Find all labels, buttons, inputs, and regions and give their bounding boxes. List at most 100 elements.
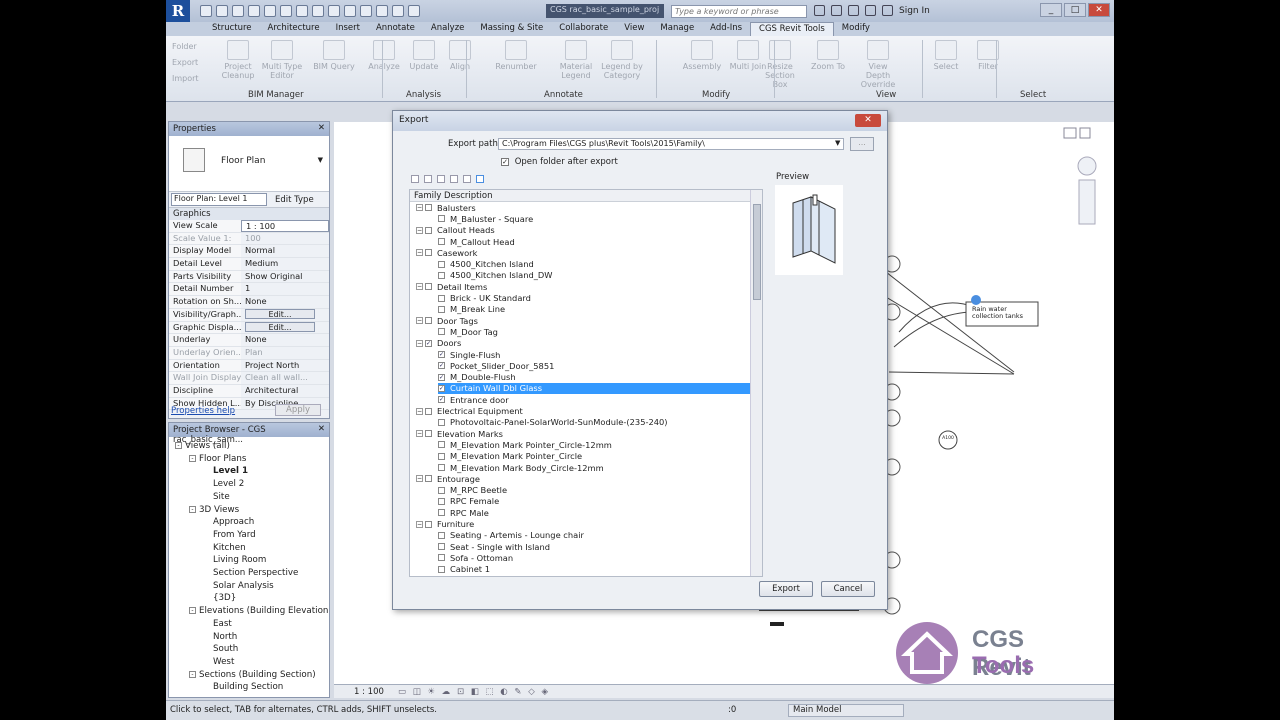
- property-row[interactable]: Visibility/Graph... Edit...: [169, 308, 329, 322]
- collapse-icon[interactable]: -: [189, 505, 196, 513]
- property-value[interactable]: Edit...: [241, 321, 329, 334]
- subscription-icon[interactable]: [831, 5, 842, 16]
- export-path-input[interactable]: C:\Program Files\CGS plus\Revit Tools\20…: [498, 138, 844, 150]
- family-row[interactable]: RPC Male: [438, 507, 750, 518]
- property-value[interactable]: Medium: [241, 258, 329, 270]
- browser-item[interactable]: Site: [213, 492, 230, 502]
- sign-in-button[interactable]: Sign In: [899, 6, 930, 16]
- property-row[interactable]: Discipline Architectural: [169, 384, 329, 398]
- browser-item[interactable]: Solar Analysis: [213, 581, 274, 591]
- family-checkbox[interactable]: [425, 283, 432, 291]
- family-row[interactable]: 4500_Kitchen Island_DW: [438, 270, 750, 281]
- export-button[interactable]: Export: [172, 58, 198, 67]
- property-value[interactable]: Project North: [241, 360, 329, 372]
- browser-item[interactable]: -3D Views: [189, 505, 239, 515]
- browser-item[interactable]: Building Section: [213, 682, 283, 692]
- measure-icon[interactable]: [280, 5, 292, 17]
- edit-button[interactable]: Edit...: [245, 321, 315, 332]
- family-checkbox[interactable]: [425, 520, 432, 528]
- save-icon[interactable]: [216, 5, 228, 17]
- property-row[interactable]: Parts Visibility Show Original: [169, 270, 329, 284]
- collapse-icon[interactable]: -: [189, 454, 196, 462]
- align-button[interactable]: Align: [438, 40, 482, 88]
- chevron-down-icon[interactable]: ▼: [318, 156, 323, 164]
- tab-modify[interactable]: Modify: [834, 22, 878, 36]
- family-row[interactable]: Photovoltaic-Panel-SolarWorld-SunModule-…: [438, 417, 750, 428]
- family-checkbox[interactable]: [438, 441, 445, 449]
- browser-item[interactable]: West: [213, 657, 234, 667]
- export-confirm-button[interactable]: Export: [759, 581, 813, 597]
- family-checkbox[interactable]: ✓: [438, 384, 445, 392]
- browser-item[interactable]: South: [213, 644, 238, 654]
- browser-item[interactable]: North: [213, 632, 237, 642]
- property-row[interactable]: Display Model Normal: [169, 245, 329, 259]
- property-value[interactable]: Architectural: [241, 385, 329, 397]
- family-category-row[interactable]: − ✓ Doors: [416, 338, 750, 349]
- property-row[interactable]: Detail Level Medium: [169, 258, 329, 271]
- family-checkbox[interactable]: [438, 260, 445, 268]
- family-row[interactable]: ✓ Pocket_Slider_Door_5851: [438, 360, 750, 371]
- family-row[interactable]: Seat - Single with Island: [438, 541, 750, 552]
- property-row[interactable]: View Scale 1 : 100: [169, 220, 329, 233]
- section-icon[interactable]: [360, 5, 372, 17]
- family-checkbox[interactable]: [438, 565, 445, 573]
- project-cleanup-button[interactable]: Project Cleanup: [216, 40, 260, 88]
- family-checkbox[interactable]: [425, 317, 432, 325]
- collapse-all-icon[interactable]: [463, 175, 471, 183]
- maximize-button[interactable]: □: [1064, 3, 1086, 17]
- family-category-row[interactable]: − Detail Items: [416, 281, 750, 292]
- family-row[interactable]: Seating - Artemis - Lounge chair: [438, 530, 750, 541]
- collapse-icon[interactable]: −: [416, 475, 423, 483]
- tree-scrollbar[interactable]: [750, 190, 762, 576]
- family-row[interactable]: M_Break Line: [438, 304, 750, 315]
- expand-all-icon[interactable]: [450, 175, 458, 183]
- property-row[interactable]: Scale Value 1: 100: [169, 232, 329, 246]
- property-row[interactable]: Graphic Displa... Edit...: [169, 321, 329, 335]
- family-row[interactable]: ✓ Entrance door: [438, 394, 750, 405]
- type-selector[interactable]: Floor Plan ▼: [169, 136, 329, 192]
- browser-item[interactable]: East: [213, 619, 232, 629]
- active-model-select[interactable]: Main Model: [788, 704, 904, 717]
- renumber-button[interactable]: Renumber: [494, 40, 538, 88]
- family-row[interactable]: M_Baluster - Square: [438, 213, 750, 224]
- property-value[interactable]: 1 : 100: [241, 220, 329, 232]
- collapse-icon[interactable]: -: [175, 442, 182, 449]
- family-checkbox[interactable]: [438, 452, 445, 460]
- collapse-icon[interactable]: −: [416, 226, 423, 234]
- property-value[interactable]: None: [241, 334, 329, 346]
- collapse-icon[interactable]: −: [416, 520, 423, 528]
- browser-item[interactable]: Kitchen: [213, 543, 246, 553]
- family-row[interactable]: ✓ Curtain Wall Dbl Glass: [438, 382, 750, 395]
- property-value[interactable]: None: [241, 296, 329, 308]
- open-icon[interactable]: [200, 5, 212, 17]
- folder-button[interactable]: Folder: [172, 42, 197, 51]
- user-icon[interactable]: [882, 5, 893, 16]
- property-value[interactable]: Edit...: [241, 308, 329, 321]
- family-row[interactable]: M_Callout Head: [438, 236, 750, 247]
- close-hidden-icon[interactable]: [392, 5, 404, 17]
- collapse-icon[interactable]: −: [416, 204, 423, 212]
- family-row[interactable]: ✓ M_Double-Flush: [438, 372, 750, 383]
- view-restore-icon[interactable]: [1063, 127, 1077, 139]
- browser-item[interactable]: Approach: [213, 517, 254, 527]
- tab-architecture[interactable]: Architecture: [260, 22, 328, 36]
- analyze-button[interactable]: Analyze: [362, 40, 406, 88]
- family-row[interactable]: M_Elevation Mark Pointer_Circle-12mm: [438, 439, 750, 450]
- binoculars-icon[interactable]: [814, 5, 825, 16]
- graphics-group-header[interactable]: Graphics: [169, 208, 329, 220]
- undo-icon[interactable]: [232, 5, 244, 17]
- navigation-bar[interactable]: [1078, 179, 1096, 225]
- view-control-icons[interactable]: ▭ ◫ ☀ ☁ ⊡ ◧ ⬚ ◐ ✎ ◇ ◈: [398, 687, 550, 697]
- family-checkbox[interactable]: [438, 554, 445, 562]
- tab-massing-site[interactable]: Massing & Site: [472, 22, 551, 36]
- property-value[interactable]: Normal: [241, 245, 329, 257]
- switch-windows-icon[interactable]: [408, 5, 420, 17]
- scrollbar-thumb[interactable]: [753, 204, 761, 300]
- chevron-down-icon[interactable]: ▼: [835, 139, 840, 147]
- collapse-icon[interactable]: −: [416, 430, 423, 438]
- view-scale[interactable]: 1 : 100: [354, 687, 384, 697]
- family-category-row[interactable]: − Casework: [416, 247, 750, 258]
- edit-button[interactable]: Edit...: [245, 308, 315, 319]
- family-checkbox[interactable]: [438, 464, 445, 472]
- family-row[interactable]: M_Door Tag: [438, 326, 750, 337]
